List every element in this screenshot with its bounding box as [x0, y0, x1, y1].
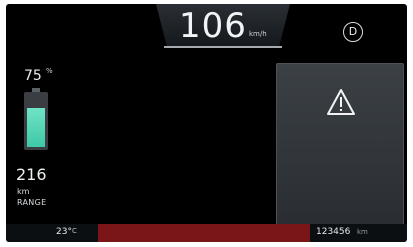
battery-percent: 75 [24, 68, 42, 84]
range-unit: km [17, 187, 30, 196]
odometer: 123456 [316, 227, 351, 237]
battery-icon [24, 92, 48, 150]
outside-temperature-unit: C [72, 227, 77, 235]
speed-value: 106 [179, 6, 247, 46]
battery-percent-unit: % [46, 67, 53, 75]
odometer-unit: km [357, 228, 368, 236]
speed-underline [164, 46, 282, 48]
gear-indicator: D [343, 22, 363, 42]
instrument-cluster-screen: 106 km/h D 75 % 216 km RANGE 23° C 12345… [6, 4, 407, 242]
range-value: 216 [16, 165, 47, 184]
speed-unit: km/h [249, 30, 267, 38]
battery-level-fill [27, 108, 45, 147]
bottom-status-bar: 23° C 123456 km [6, 224, 407, 242]
range-label: RANGE [17, 198, 47, 207]
warning-panel [276, 63, 404, 225]
outside-temperature: 23° [56, 227, 72, 237]
alert-strip [98, 224, 310, 242]
warning-triangle-icon [327, 89, 355, 115]
